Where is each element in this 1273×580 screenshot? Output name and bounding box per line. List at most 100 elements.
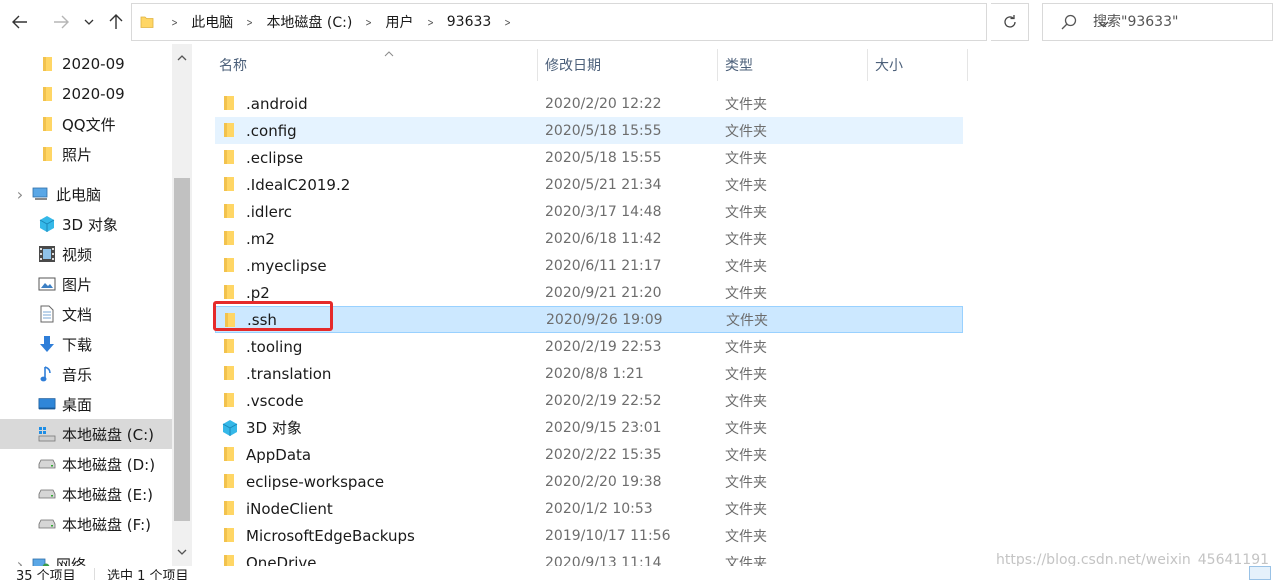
sidebar-item-music[interactable]: 音乐 <box>0 359 172 389</box>
sidebar-item-photos[interactable]: 照片 <box>0 139 172 169</box>
breadcrumb-separator-icon[interactable]: > <box>427 16 433 29</box>
file-row[interactable]: .myeclipse 2020/6/11 21:17 文件夹 <box>215 252 963 279</box>
search-input[interactable] <box>1093 4 1268 40</box>
status-bar: 35 个项目 选中 1 个项目 <box>0 566 1273 580</box>
file-name: .m2 <box>246 229 275 248</box>
forward-button[interactable] <box>49 8 73 36</box>
file-modified-date: 2020/8/8 1:21 <box>545 365 644 382</box>
sort-ascending-icon <box>384 49 394 60</box>
scroll-up-button[interactable] <box>172 48 192 68</box>
videos-icon <box>38 245 56 263</box>
sidebar-item-this-pc[interactable]: › 此电脑 <box>0 179 172 209</box>
sidebar-scrollbar[interactable] <box>172 44 192 566</box>
breadcrumb-separator-icon[interactable]: > <box>171 16 177 29</box>
sidebar-item-desktop[interactable]: 桌面 <box>0 389 172 419</box>
column-header-name[interactable]: 名称 <box>211 49 537 81</box>
folder-icon <box>38 145 56 163</box>
file-row[interactable]: AppData 2020/2/22 15:35 文件夹 <box>215 441 963 468</box>
file-row[interactable]: .idlerc 2020/3/17 14:48 文件夹 <box>215 198 963 225</box>
folder-icon <box>221 257 237 273</box>
sidebar-item-label: 下载 <box>62 335 93 354</box>
breadcrumb-this-pc[interactable]: 此电脑 <box>191 12 233 32</box>
breadcrumb-separator-icon[interactable]: > <box>366 16 372 29</box>
sidebar-item-2020-09-b[interactable]: 2020-09 <box>0 79 172 109</box>
navigation-bar: > 此电脑 > 本地磁盘 (C:) > 用户 > 93633 > <box>0 0 1273 44</box>
refresh-icon <box>1003 15 1016 28</box>
folder-icon <box>221 176 237 192</box>
expand-chevron-icon[interactable]: › <box>14 185 26 204</box>
file-modified-date: 2020/3/17 14:48 <box>545 203 662 220</box>
file-row[interactable]: .tooling 2020/2/19 22:53 文件夹 <box>215 333 963 360</box>
file-type: 文件夹 <box>725 123 767 140</box>
music-icon <box>38 365 56 383</box>
drive-icon <box>38 515 56 533</box>
sidebar-item-3d-objects[interactable]: 3D 对象 <box>0 209 172 239</box>
breadcrumb-user-folder[interactable]: 93633 <box>447 14 492 30</box>
file-type: 文件夹 <box>725 447 767 464</box>
sidebar-item-videos[interactable]: 视频 <box>0 239 172 269</box>
scrollbar-thumb[interactable] <box>174 178 190 521</box>
address-bar[interactable]: > 此电脑 > 本地磁盘 (C:) > 用户 > 93633 > <box>131 3 1108 41</box>
column-header-label: 类型 <box>725 58 753 74</box>
breadcrumb-local-disk-c[interactable]: 本地磁盘 (C:) <box>266 12 352 32</box>
folder-icon <box>38 85 56 103</box>
sidebar-item-documents[interactable]: 文档 <box>0 299 172 329</box>
item-count: 35 个项目 <box>16 569 76 580</box>
file-row[interactable]: .eclipse 2020/5/18 15:55 文件夹 <box>215 144 963 171</box>
file-row[interactable]: .p2 2020/9/21 21:20 文件夹 <box>215 279 963 306</box>
sidebar-item-local-disk-f[interactable]: 本地磁盘 (F:) <box>0 509 172 539</box>
folder-icon <box>221 338 237 354</box>
sidebar-item-local-disk-d[interactable]: 本地磁盘 (D:) <box>0 449 172 479</box>
file-row[interactable]: .IdealC2019.2 2020/5/21 21:34 文件夹 <box>215 171 963 198</box>
sidebar-item-label: 此电脑 <box>56 185 102 204</box>
scroll-down-button[interactable] <box>172 542 192 562</box>
breadcrumb-separator-icon[interactable]: > <box>505 16 511 29</box>
column-header-date[interactable]: 修改日期 <box>537 49 717 81</box>
file-modified-date: 2020/2/19 22:53 <box>545 338 662 355</box>
file-row[interactable]: iNodeClient 2020/1/2 10:53 文件夹 <box>215 495 963 522</box>
search-box[interactable] <box>1042 3 1273 41</box>
sidebar-item-downloads[interactable]: 下载 <box>0 329 172 359</box>
breadcrumb-separator-icon[interactable]: > <box>247 16 253 29</box>
file-type: 文件夹 <box>725 150 767 167</box>
file-type: 文件夹 <box>725 393 767 410</box>
file-name: .idlerc <box>246 202 292 221</box>
file-row[interactable]: OneDrive 2020/9/13 11:14 文件夹 <box>215 549 963 566</box>
file-type: 文件夹 <box>725 339 767 356</box>
sidebar-item-2020-09-a[interactable]: 2020-09 <box>0 49 172 79</box>
file-row[interactable]: .translation 2020/8/8 1:21 文件夹 <box>215 360 963 387</box>
file-row[interactable]: .m2 2020/6/18 11:42 文件夹 <box>215 225 963 252</box>
file-row[interactable]: .vscode 2020/2/19 22:52 文件夹 <box>215 387 963 414</box>
sidebar-item-label: 2020-09 <box>62 85 125 103</box>
up-button[interactable] <box>104 8 128 36</box>
recent-locations-button[interactable] <box>80 8 98 36</box>
back-button[interactable] <box>8 8 32 36</box>
details-view-button[interactable] <box>1249 566 1271 580</box>
file-modified-date: 2020/9/15 23:01 <box>545 419 662 436</box>
refresh-button[interactable] <box>991 3 1029 41</box>
sidebar-item-pictures[interactable]: 图片 <box>0 269 172 299</box>
expand-chevron-icon[interactable]: › <box>14 555 26 567</box>
file-row[interactable]: MicrosoftEdgeBackups 2019/10/17 11:56 文件夹 <box>215 522 963 549</box>
3d-objects-icon <box>221 419 238 436</box>
file-row[interactable]: .android 2020/2/20 12:22 文件夹 <box>215 90 963 117</box>
sidebar-item-local-disk-c[interactable]: 本地磁盘 (C:) <box>0 419 172 449</box>
onedrive-folder-icon <box>221 554 237 566</box>
sidebar-item-label: 网络 <box>56 555 87 567</box>
file-row[interactable]: .config 2020/5/18 15:55 文件夹 <box>215 117 963 144</box>
file-row[interactable]: eclipse-workspace 2020/2/20 19:38 文件夹 <box>215 468 963 495</box>
breadcrumb-users[interactable]: 用户 <box>386 12 414 32</box>
sidebar-item-network[interactable]: › 网络 <box>0 549 172 566</box>
file-name: .myeclipse <box>246 256 327 275</box>
file-row[interactable]: 3D 对象 2020/9/15 23:01 文件夹 <box>215 414 963 441</box>
sidebar-item-qq-files[interactable]: QQ文件 <box>0 109 172 139</box>
sidebar-item-local-disk-e[interactable]: 本地磁盘 (E:) <box>0 479 172 509</box>
column-header-size[interactable]: 大小 <box>867 49 967 81</box>
folder-icon <box>221 122 237 138</box>
file-name: eclipse-workspace <box>246 472 385 491</box>
column-header-type[interactable]: 类型 <box>717 49 867 81</box>
sidebar-item-label: 本地磁盘 (C:) <box>62 425 154 444</box>
sidebar-item-label: 音乐 <box>62 365 93 384</box>
column-divider[interactable] <box>967 49 968 81</box>
file-row[interactable]: .ssh 2020/9/26 19:09 文件夹 <box>215 306 963 333</box>
